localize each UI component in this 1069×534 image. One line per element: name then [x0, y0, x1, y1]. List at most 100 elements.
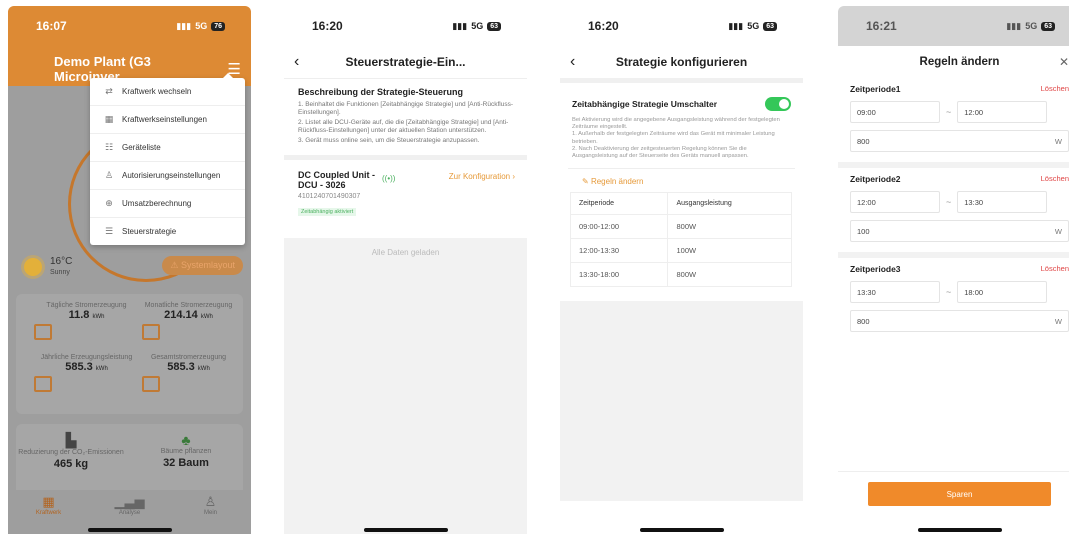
sun-icon — [24, 258, 42, 276]
time-strategy-toggle-row: Zeitabhängige Strategie Umschalter — [560, 78, 803, 115]
phone-configure-strategy: 16:20 ▮▮▮ 5G 63 ‹ Strategie konfigurieren … — [560, 6, 803, 534]
rules-table: Zeitperiode Ausgangsleistung 09:00-12:00… — [569, 192, 792, 288]
status-bar: 16:20 ▮▮▮ 5G 63 — [560, 6, 803, 46]
start-time-field[interactable]: 12:00 — [850, 191, 940, 213]
plant-icon: ▦ — [42, 494, 55, 509]
wifi-icon: ((•)) — [382, 174, 396, 183]
status-time: 16:20 — [312, 19, 343, 33]
phone-edit-rules: 16:21 ▮▮▮ 5G 63 Regeln ändern ✕ Zeitperiod… — [838, 6, 1069, 534]
battery-icon: 76 — [211, 21, 225, 31]
battery-icon: 63 — [763, 21, 777, 31]
save-button[interactable]: Sparen — [868, 482, 1051, 506]
close-icon[interactable]: ✕ — [1059, 55, 1069, 69]
power-field[interactable]: 800 W — [850, 310, 1069, 332]
signal-icon: ▮▮▮ — [728, 20, 744, 31]
end-time-field[interactable]: 13:30 — [957, 191, 1048, 213]
home-indicator — [917, 528, 1002, 532]
phone-control-strategy: 16:20 ▮▮▮ 5G 63 ‹ Steuerstrategie-Ein... B… — [284, 6, 527, 534]
bottom-action-bar: Sparen — [838, 471, 1069, 534]
network-type: 5G — [195, 21, 208, 31]
strategy-description: Beschreibung der Strategie-Steuerung 1. … — [284, 78, 527, 155]
menu-item-control-strategy[interactable]: ☰ Steuerstrategie — [90, 218, 245, 245]
delete-button[interactable]: Löschen — [1041, 174, 1069, 184]
nav-bar: ‹ Steuerstrategie-Ein... — [284, 46, 527, 78]
list-footer: Alle Daten geladen — [284, 238, 527, 534]
table-row: 12:00-13:30 100W — [569, 238, 792, 264]
system-layout-button[interactable]: ⚠ Systemlayout — [162, 256, 243, 275]
table-header: Zeitperiode Ausgangsleistung — [569, 192, 792, 216]
home-indicator — [87, 528, 172, 532]
device-name: DC Coupled Unit - DCU - 3026 — [298, 170, 375, 190]
status-bar: 16:21 ▮▮▮ 5G 63 — [838, 6, 1069, 46]
app-header: 16:07 ▮▮▮ 5G 76 Demo Plant (G3 Microinve… — [8, 6, 251, 86]
edit-rules-sheet: Regeln ändern ✕ Zeitperiode1 Löschen 09:0… — [838, 46, 1069, 342]
time-strategy-switch[interactable] — [765, 97, 791, 111]
strategy-icon: ☰ — [104, 226, 114, 236]
calendar-day-icon — [34, 324, 52, 340]
tab-profile[interactable]: ♙ Mein — [181, 494, 241, 516]
co2-reduction: ▙ Reduzierung der CO₂-Emissionen 465 kg — [16, 432, 126, 470]
battery-icon: 63 — [1041, 21, 1055, 31]
delete-button[interactable]: Löschen — [1041, 84, 1069, 94]
stat-monthly: Monatliche Stromerzeugung 214.14 kWh — [144, 302, 233, 321]
configure-link[interactable]: Zur Konfiguration › — [449, 172, 515, 181]
start-time-field[interactable]: 13:30 — [850, 281, 940, 303]
sheet-title: Regeln ändern — [919, 56, 1000, 68]
phone-plant-overview: 16:07 ▮▮▮ 5G 76 Demo Plant (G3 Microinve… — [8, 6, 251, 534]
weather-label: Sunny — [50, 269, 70, 276]
start-time-field[interactable]: 09:00 — [850, 101, 940, 123]
toggle-description: Bei Aktivierung wird die angegebene Ausg… — [572, 117, 780, 160]
swap-icon: ⇄ — [105, 86, 113, 96]
money-icon: ⊕ — [105, 198, 113, 208]
list-icon: ☷ — [104, 142, 114, 152]
delete-button[interactable]: Löschen — [1041, 264, 1069, 274]
trees-planted: ♣ Bäume pflanzen 32 Baum — [131, 432, 241, 469]
settings-icon: ▦ — [104, 114, 114, 124]
stat-yearly: Jährliche Erzeugungsleistung 585.3 kWh — [40, 354, 133, 373]
period-block-1: Zeitperiode1 Löschen 09:00 ~ 12:00 800 W — [838, 78, 1069, 168]
status-bar: 16:20 ▮▮▮ 5G 63 — [284, 6, 527, 46]
user-icon: ♙ — [204, 494, 217, 509]
power-field[interactable]: 800 W — [850, 130, 1069, 152]
back-icon[interactable]: ‹ — [294, 53, 322, 71]
tree-icon: ♣ — [181, 432, 191, 448]
plant-menu-dropdown: ⇄ Kraftwerk wechseln ▦ Kraftwerkseinstellu… — [90, 73, 245, 245]
nav-bar: ‹ Strategie konfigurieren — [560, 46, 803, 78]
menu-item-plant-settings[interactable]: ▦ Kraftwerkseinstellungen — [90, 106, 245, 134]
table-row: 09:00-12:00 800W — [569, 214, 792, 240]
sheet-header: Regeln ändern ✕ — [838, 46, 1069, 78]
generation-stats-card: Tägliche Stromerzeugung 11.8 kWh Monatli… — [16, 294, 243, 414]
home-indicator — [363, 528, 448, 532]
status-bar: 16:07 ▮▮▮ 5G 76 — [8, 6, 251, 46]
description-title: Beschreibung der Strategie-Steuerung — [298, 87, 464, 97]
page-title: Steuerstrategie-Ein... — [345, 55, 466, 69]
edit-rules-link[interactable]: ✎ Regeln ändern — [568, 168, 795, 192]
person-icon: ♙ — [104, 170, 114, 180]
battery-icon: 63 — [487, 21, 501, 31]
period-block-3: Zeitperiode3 Löschen 13:30 ~ 18:00 800 W — [838, 258, 1069, 342]
environment-card: ▙ Reduzierung der CO₂-Emissionen 465 kg … — [16, 424, 243, 496]
power-field[interactable]: 100 W — [850, 220, 1069, 242]
menu-item-device-list[interactable]: ☷ Geräteliste — [90, 134, 245, 162]
menu-item-revenue[interactable]: ⊕ Umsatzberechnung — [90, 190, 245, 218]
device-card[interactable]: DC Coupled Unit - DCU - 3026 41012407014… — [284, 160, 527, 238]
signal-icon: ▮▮▮ — [176, 20, 192, 31]
end-time-field[interactable]: 12:00 — [957, 101, 1048, 123]
tab-plant[interactable]: ▦ Kraftwerk — [19, 494, 79, 516]
back-icon[interactable]: ‹ — [570, 53, 598, 71]
stat-total: Gesamtstromerzeugung 585.3 kWh — [150, 354, 227, 373]
weather-widget: 16°C Sunny — [24, 256, 72, 278]
bar-chart-icon — [34, 376, 52, 392]
status-badge: Zeitabhängig aktiviert — [298, 208, 357, 216]
tab-analysis[interactable]: ▁▃▅ Analyse — [100, 494, 160, 516]
trend-icon — [142, 376, 160, 392]
menu-item-authorization[interactable]: ♙ Autorisierungseinstellungen — [90, 162, 245, 190]
end-time-field[interactable]: 18:00 — [957, 281, 1048, 303]
status-signal: ▮▮▮ 5G 76 — [176, 21, 225, 32]
chart-icon: ▁▃▅ — [114, 494, 145, 509]
signal-icon: ▮▮▮ — [452, 20, 468, 31]
menu-item-switch-plant[interactable]: ⇄ Kraftwerk wechseln — [90, 78, 245, 106]
signal-icon: ▮▮▮ — [1006, 20, 1022, 31]
home-indicator — [639, 528, 724, 532]
pencil-icon: ✎ — [582, 177, 589, 187]
